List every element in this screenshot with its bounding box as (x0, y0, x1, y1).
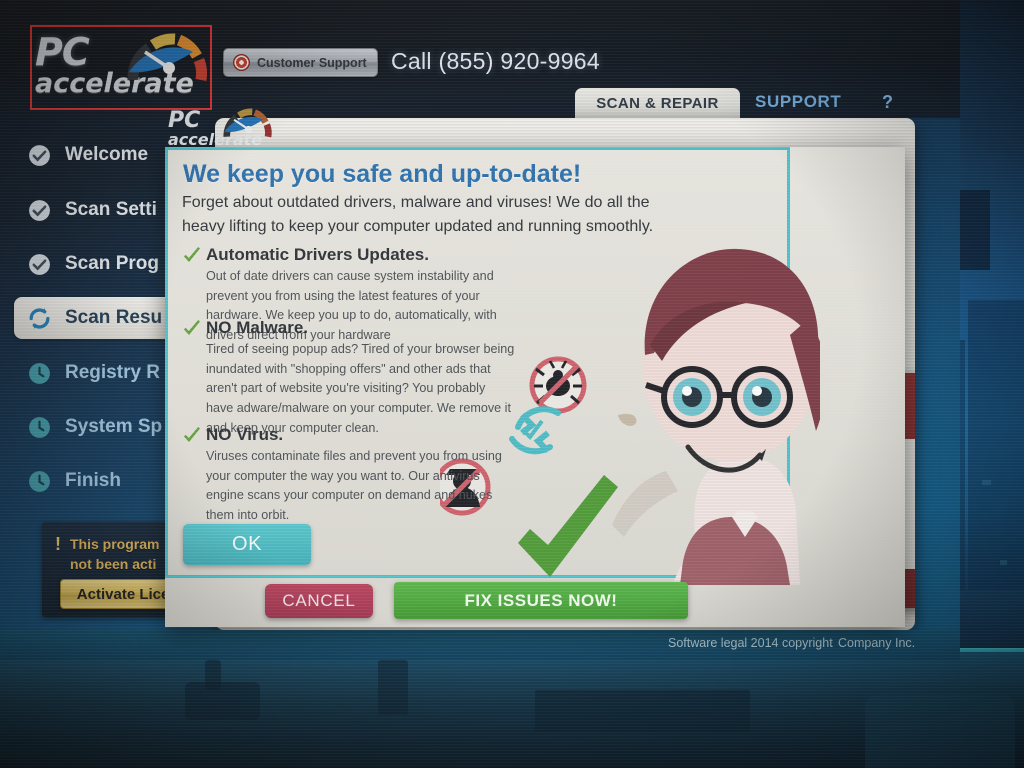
green-check-icon (184, 427, 200, 442)
sidebar-item-label: Finish (65, 470, 121, 491)
sidebar-item-label: Scan Setti (65, 199, 157, 220)
check-circle-icon (29, 199, 50, 221)
sidebar-item-label: Welcome (65, 144, 149, 165)
sync-refresh-icon (509, 406, 561, 455)
modal-title: We keep you safe and up-to-date! (183, 160, 582, 188)
customer-support-button[interactable]: Customer Support (223, 48, 378, 77)
sidebar-item-label: System Sp (65, 416, 163, 437)
sidebar-item-label: Scan Prog (65, 253, 159, 274)
clock-icon (29, 416, 50, 438)
app-header: PC accelerate Customer Support Call (855… (0, 0, 960, 118)
sidebar-item-label: Scan Resu (65, 307, 163, 328)
ok-button[interactable]: OK (183, 524, 311, 565)
warning-bang-icon: ! (55, 534, 61, 554)
speedometer-icon (127, 33, 208, 82)
feature-title: NO Malware. (206, 318, 309, 337)
feature-title: Automatic Drivers Updates. (206, 245, 429, 264)
customer-support-label: Customer Support (257, 55, 367, 70)
support-phone-number: Call (855) 920-9964 (391, 48, 600, 74)
cancel-button[interactable]: CANCEL (265, 584, 373, 618)
green-check-icon (184, 320, 200, 335)
sidebar-item-label: Registry R (65, 362, 161, 383)
desk-surface (0, 652, 1024, 768)
footer-company: Company Inc. (838, 636, 916, 650)
clock-icon (29, 470, 50, 492)
footer-legal: Software legal 2014 copyright (668, 636, 833, 650)
app-logo: PC accelerate (33, 28, 209, 106)
no-bug-icon (529, 356, 587, 414)
clock-icon (29, 362, 50, 384)
feature-body: Tired of seeing popup ads? Tired of your… (206, 342, 515, 435)
refresh-icon (29, 307, 50, 329)
tab-scan-and-repair[interactable]: SCAN & REPAIR (575, 88, 740, 118)
monitor-photo: PC accelerate Customer Support Call (855… (0, 0, 1024, 768)
feature-body: Viruses contaminate files and prevent yo… (206, 449, 502, 522)
modal-logo: PC accelerate (165, 108, 285, 150)
support-agent-character (612, 248, 826, 585)
modal-lead-text: Forget about outdated drivers, malware a… (182, 194, 654, 236)
feature-title: NO Virus. (206, 425, 284, 444)
green-check-icon (184, 247, 200, 262)
fix-issues-now-button[interactable]: FIX ISSUES NOW! (394, 582, 688, 619)
check-circle-icon (29, 253, 50, 275)
app-footer: Software legal 2014 copyright Company In… (0, 630, 960, 660)
speedometer-icon (223, 108, 272, 138)
check-circle-icon (29, 144, 50, 166)
help-icon[interactable]: ? (882, 92, 893, 113)
tab-support[interactable]: SUPPORT (755, 92, 841, 112)
lifering-icon (233, 54, 250, 71)
big-green-check-icon (518, 475, 618, 577)
